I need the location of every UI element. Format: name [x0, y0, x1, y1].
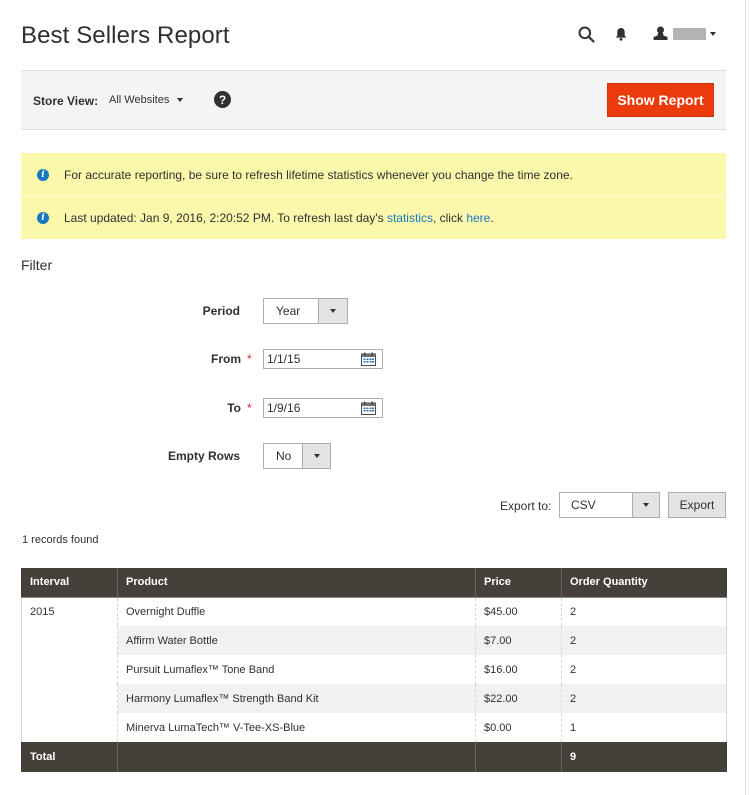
total-qty: 9	[561, 742, 727, 772]
user-icon	[653, 26, 668, 43]
statistics-link[interactable]: statistics	[387, 211, 433, 225]
chevron-down-icon	[710, 32, 716, 36]
message-text: For accurate reporting, be sure to refre…	[64, 167, 573, 182]
export-button[interactable]: Export	[668, 492, 726, 518]
user-menu[interactable]	[653, 26, 716, 43]
from-field: From * 1/1/15	[0, 346, 400, 372]
export-format-select[interactable]: CSV	[559, 492, 660, 518]
period-label: Period	[202, 304, 240, 318]
empty-rows-label: Empty Rows	[167, 449, 240, 463]
help-icon[interactable]: ?	[214, 91, 231, 108]
to-label: To	[227, 401, 241, 415]
interval-cell: 2015	[21, 597, 118, 742]
export-label: Export to:	[500, 499, 552, 513]
price-cell: $45.00	[475, 597, 562, 626]
from-date-value: 1/1/15	[267, 352, 301, 366]
export-format-value: CSV	[571, 498, 596, 512]
table-header-row: Interval Product Price Order Quantity	[21, 568, 727, 598]
chevron-down-icon	[177, 98, 184, 102]
message-text-part: , click	[432, 211, 467, 225]
column-header-price[interactable]: Price	[475, 568, 562, 598]
show-report-button[interactable]: Show Report	[607, 83, 714, 117]
table-row: Minerva LumaTech™ V-Tee-XS-Blue $0.00 1	[22, 713, 727, 742]
table-row: Affirm Water Bottle $7.00 2	[22, 626, 727, 655]
page-title: Best Sellers Report	[21, 22, 230, 49]
search-icon[interactable]	[578, 26, 595, 43]
info-icon: i	[37, 168, 49, 181]
store-view-value: All Websites	[109, 94, 170, 106]
qty-cell: 2	[561, 626, 727, 655]
price-cell: $7.00	[475, 626, 562, 655]
from-label: From	[211, 352, 241, 366]
message-text-part: Last updated: Jan 9, 2016, 2:20:52 PM. T…	[64, 211, 387, 225]
qty-cell: 2	[561, 684, 727, 713]
message-text: Last updated: Jan 9, 2016, 2:20:52 PM. T…	[64, 211, 494, 225]
product-cell: Affirm Water Bottle	[117, 626, 476, 655]
to-field: To * 1/9/16	[0, 395, 400, 421]
chevron-down-icon	[318, 299, 347, 323]
price-cell: $16.00	[475, 655, 562, 684]
product-cell: Minerva LumaTech™ V-Tee-XS-Blue	[117, 713, 476, 742]
chevron-down-icon	[632, 493, 659, 517]
here-link[interactable]: here	[466, 211, 490, 225]
required-asterisk: *	[247, 401, 252, 415]
store-view-bar: Store View: All Websites ? Show Report	[21, 70, 726, 130]
period-value: Year	[276, 304, 301, 318]
page-scrollbar[interactable]	[745, 0, 750, 795]
product-cell: Overnight Duffle	[117, 597, 476, 626]
best-sellers-table: Interval Product Price Order Quantity 20…	[21, 568, 727, 772]
table-row: Harmony Lumaflex™ Strength Band Kit $22.…	[22, 684, 727, 713]
table-row: Pursuit Lumaflex™ Tone Band $16.00 2	[22, 655, 727, 684]
header-actions	[578, 22, 716, 46]
table-total-row: Total 9	[21, 742, 727, 772]
total-empty-cell	[475, 742, 562, 772]
qty-cell: 2	[561, 655, 727, 684]
product-cell: Pursuit Lumaflex™ Tone Band	[117, 655, 476, 684]
qty-cell: 2	[561, 597, 727, 626]
messages: i For accurate reporting, be sure to ref…	[21, 153, 726, 239]
user-name	[673, 28, 706, 40]
chevron-down-icon	[302, 444, 330, 468]
calendar-icon[interactable]	[361, 352, 376, 366]
store-view-switcher[interactable]: All Websites	[109, 94, 184, 106]
period-select[interactable]: Year	[263, 298, 348, 324]
column-header-product[interactable]: Product	[117, 568, 476, 598]
store-view-label: Store View:	[33, 94, 99, 108]
empty-rows-field: Empty Rows No	[0, 443, 400, 469]
column-header-interval[interactable]: Interval	[21, 568, 118, 598]
filter-title: Filter	[21, 257, 53, 273]
empty-rows-value: No	[276, 449, 292, 463]
bell-icon[interactable]	[615, 27, 627, 41]
price-cell: $22.00	[475, 684, 562, 713]
product-cell: Harmony Lumaflex™ Strength Band Kit	[117, 684, 476, 713]
info-icon: i	[37, 212, 49, 224]
table-row: 2015 Overnight Duffle $45.00 2	[21, 597, 727, 742]
message-last-updated: i Last updated: Jan 9, 2016, 2:20:52 PM.…	[21, 196, 726, 239]
to-date-input[interactable]: 1/9/16	[263, 398, 383, 418]
from-date-input[interactable]: 1/1/15	[263, 349, 383, 369]
total-label: Total	[21, 742, 118, 772]
message-text-part: .	[490, 211, 494, 225]
total-empty-cell	[117, 742, 476, 772]
to-date-value: 1/9/16	[267, 401, 301, 415]
column-header-order-quantity[interactable]: Order Quantity	[561, 568, 727, 598]
required-asterisk: *	[247, 352, 252, 366]
qty-cell: 1	[561, 713, 727, 742]
calendar-icon[interactable]	[361, 401, 376, 415]
records-found: 1 records found	[22, 534, 99, 546]
message-timezone-notice: i For accurate reporting, be sure to ref…	[21, 153, 726, 196]
period-field: Period Year	[0, 298, 400, 324]
empty-rows-select[interactable]: No	[263, 443, 331, 469]
price-cell: $0.00	[475, 713, 562, 742]
